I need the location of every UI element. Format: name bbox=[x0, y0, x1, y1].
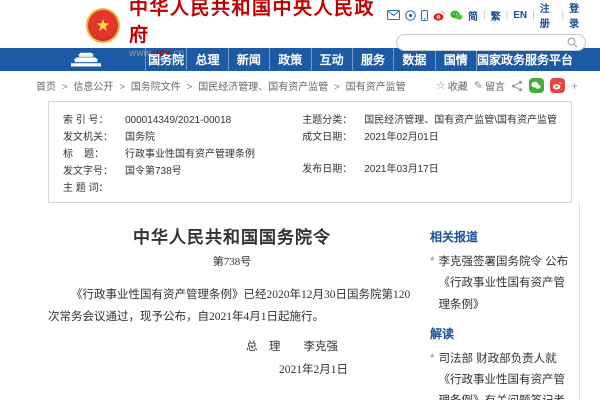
nav-item-zongli[interactable]: 总理 bbox=[186, 48, 227, 71]
meta-row-publish-date: 发布日期：2021年03月17日 bbox=[302, 160, 557, 175]
decree-number: 第738号 bbox=[48, 253, 416, 269]
interpretation-article-link[interactable]: * 司法部 财政部负责人就《行政事业性国有资产管理条例》有关问题答记者问 bbox=[430, 349, 569, 400]
meta-value: 2021年03月17日 bbox=[364, 160, 439, 175]
breadcrumb-separator: > bbox=[62, 82, 68, 93]
meta-value: 行政事业性国有资产管理条例 bbox=[125, 145, 255, 160]
share-wechat-icon[interactable] bbox=[529, 78, 544, 93]
share-icon[interactable] bbox=[511, 80, 523, 92]
meta-row-number: 发文字号：国令第738号 bbox=[63, 162, 302, 177]
sidebar-heading-interpretation: 解读 bbox=[430, 325, 569, 342]
breadcrumb-current[interactable]: 国有资产监管 bbox=[346, 82, 406, 93]
star-icon: ☆ bbox=[436, 79, 446, 92]
sidebar-heading-related: 相关报道 bbox=[430, 228, 569, 245]
breadcrumb-separator: > bbox=[187, 82, 193, 93]
lang-english-link[interactable]: EN bbox=[513, 10, 527, 21]
wechat-icon[interactable] bbox=[450, 10, 463, 21]
meta-row-keywords: 主 题 词： bbox=[63, 179, 302, 194]
breadcrumb-separator: > bbox=[334, 82, 340, 93]
nav-item-zhengwu-platform[interactable]: 国家政务服务平台 bbox=[476, 48, 573, 71]
meta-row-spacer bbox=[302, 177, 557, 190]
meta-row-written-date: 成文日期：2021年02月01日 bbox=[302, 128, 557, 143]
favorite-button[interactable]: ☆ 收藏 bbox=[436, 78, 468, 93]
meta-label: 索 引 号： bbox=[63, 111, 125, 126]
nav-home-tiananmen-icon[interactable] bbox=[27, 48, 145, 71]
comment-label: 留言 bbox=[485, 78, 505, 93]
meta-value: 国令第738号 bbox=[125, 162, 182, 177]
search-icon[interactable] bbox=[567, 37, 578, 48]
breadcrumb-guowuyuan-wenjian[interactable]: 国务院文件 bbox=[131, 82, 181, 93]
meta-row-spacer bbox=[302, 145, 557, 158]
breadcrumb-xinxigongkai[interactable]: 信息公开 bbox=[73, 82, 113, 93]
document-body: 中华人民共和国国务院令 第738号 《行政事业性国有资产管理条例》已经2020年… bbox=[36, 203, 428, 400]
meta-label: 主题分类： bbox=[302, 111, 364, 126]
meta-value: 国务院 bbox=[125, 128, 155, 143]
main-nav: 国务院 总理 新闻 政策 互动 服务 数据 国情 国家政务服务平台 bbox=[0, 48, 600, 71]
meta-value: 2021年02月01日 bbox=[364, 128, 439, 143]
site-title[interactable]: 中华人民共和国中央人民政府 bbox=[129, 0, 387, 47]
header-quick-row: 简 | 繁 | EN | 注册 | 登录 bbox=[387, 0, 586, 30]
related-article-text[interactable]: 李克强签署国务院令 公布《行政事业性国有资产管理条例》 bbox=[438, 252, 569, 316]
meta-label: 主 题 词： bbox=[63, 179, 125, 194]
pen-icon: ✎ bbox=[474, 79, 483, 92]
meta-row-agency: 发文机关：国务院 bbox=[63, 128, 302, 143]
mobile-icon[interactable] bbox=[421, 10, 428, 21]
lang-traditional-link[interactable]: 繁 bbox=[491, 8, 501, 23]
nav-item-fuwu[interactable]: 服务 bbox=[352, 48, 393, 71]
nav-item-guowuyuan[interactable]: 国务院 bbox=[145, 48, 186, 71]
decree-title: 中华人民共和国国务院令 bbox=[48, 223, 416, 248]
comment-button[interactable]: ✎ 留言 bbox=[474, 78, 505, 93]
link-separator: | bbox=[483, 10, 486, 21]
link-separator: | bbox=[562, 10, 565, 21]
meta-value: 000014349/2021-00018 bbox=[125, 115, 231, 126]
emblem-star-icon: ★ bbox=[95, 17, 110, 34]
bullet-icon: * bbox=[430, 252, 434, 316]
register-link[interactable]: 注册 bbox=[540, 0, 557, 30]
national-emblem-icon: ★ bbox=[86, 8, 120, 43]
search-input[interactable] bbox=[404, 37, 567, 48]
link-separator: | bbox=[532, 10, 535, 21]
share-weibo-icon[interactable] bbox=[550, 78, 565, 93]
nav-item-shuju[interactable]: 数据 bbox=[393, 48, 434, 71]
login-link[interactable]: 登录 bbox=[569, 0, 586, 30]
bullet-icon: * bbox=[430, 349, 434, 400]
nav-item-guoqing[interactable]: 国情 bbox=[435, 48, 476, 71]
document-meta-table: 索 引 号：000014349/2021-00018 发文机关：国务院 标 题：… bbox=[48, 101, 572, 203]
meta-label: 发文机关： bbox=[63, 128, 125, 143]
rss-icon[interactable] bbox=[405, 10, 416, 21]
breadcrumb-row: 首页 > 信息公开 > 国务院文件 > 国民经济管理、国有资产监管 > 国有资产… bbox=[0, 71, 600, 99]
weibo-icon[interactable] bbox=[433, 10, 445, 21]
nav-item-xinwen[interactable]: 新闻 bbox=[228, 48, 269, 71]
meta-label: 成文日期： bbox=[302, 128, 364, 143]
meta-row-index: 索 引 号：000014349/2021-00018 bbox=[63, 111, 302, 126]
meta-row-title: 标 题：行政事业性国有资产管理条例 bbox=[63, 145, 302, 160]
sign-date: 2021年2月1日 bbox=[48, 361, 416, 377]
favorite-label: 收藏 bbox=[448, 78, 468, 93]
article-actions: ☆ 收藏 ✎ 留言 + bbox=[436, 78, 578, 93]
breadcrumb-separator: > bbox=[119, 82, 125, 93]
site-header: ★ 中华人民共和国中央人民政府 www.gov.cn 简 | bbox=[0, 0, 600, 48]
related-sidebar: 相关报道 * 李克强签署国务院令 公布《行政事业性国有资产管理条例》 解读 * … bbox=[428, 203, 580, 400]
meta-value: 国民经济管理、国有资产监管\国有资产监管 bbox=[364, 111, 557, 126]
link-separator: | bbox=[506, 10, 509, 21]
mail-icon[interactable] bbox=[387, 10, 400, 20]
meta-label: 发布日期： bbox=[302, 160, 364, 175]
breadcrumb-category[interactable]: 国民经济管理、国有资产监管 bbox=[198, 82, 328, 93]
meta-row-category: 主题分类：国民经济管理、国有资产监管\国有资产监管 bbox=[302, 111, 557, 126]
breadcrumb: 首页 > 信息公开 > 国务院文件 > 国民经济管理、国有资产监管 > 国有资产… bbox=[36, 78, 406, 93]
related-article-link[interactable]: * 李克强签署国务院令 公布《行政事业性国有资产管理条例》 bbox=[430, 252, 569, 316]
decree-paragraph: 《行政事业性国有资产管理条例》已经2020年12月30日国务院第120次常务会议… bbox=[48, 284, 416, 329]
breadcrumb-home[interactable]: 首页 bbox=[36, 82, 56, 93]
nav-item-zhengce[interactable]: 政策 bbox=[269, 48, 310, 71]
meta-label: 发文字号： bbox=[63, 162, 125, 177]
share-more-button[interactable]: + bbox=[571, 79, 578, 93]
interpretation-article-text[interactable]: 司法部 财政部负责人就《行政事业性国有资产管理条例》有关问题答记者问 bbox=[438, 349, 569, 400]
signer-line: 总 理 李克强 bbox=[48, 338, 416, 354]
lang-simplified-link[interactable]: 简 bbox=[468, 8, 478, 23]
nav-item-hudong[interactable]: 互动 bbox=[311, 48, 352, 71]
meta-label: 标 题： bbox=[63, 145, 125, 160]
